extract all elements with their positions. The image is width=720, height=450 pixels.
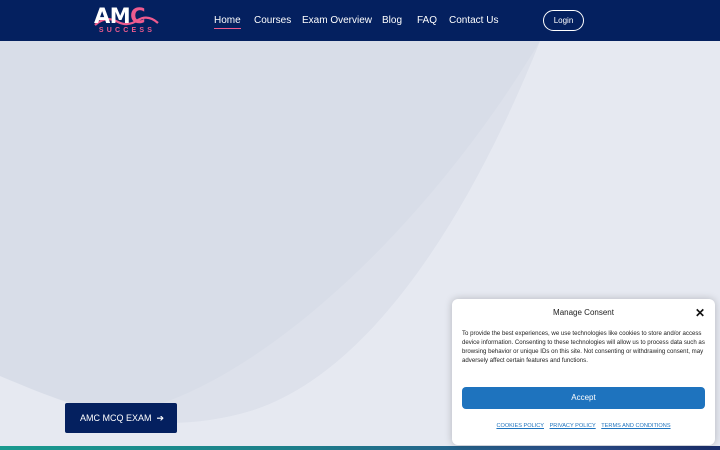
cookies-policy-link[interactable]: COOKIES POLICY <box>496 423 544 429</box>
logo-wordmark-white: AM <box>94 4 131 28</box>
consent-body-text: To provide the best experiences, we use … <box>462 330 705 365</box>
login-button[interactable]: Login <box>543 10 584 31</box>
site-logo[interactable]: AMC SUCCESS <box>92 5 162 37</box>
nav-courses[interactable]: Courses <box>254 14 291 28</box>
nav-exam-overview[interactable]: Exam Overview <box>302 14 372 28</box>
consent-links: COOKIES POLICY PRIVACY POLICY TERMS AND … <box>452 422 715 430</box>
nav-home[interactable]: Home <box>214 14 241 29</box>
privacy-policy-link[interactable]: PRIVACY POLICY <box>550 423 596 429</box>
consent-dialog: Manage Consent ✕ To provide the best exp… <box>452 299 715 445</box>
nav-faq[interactable]: FAQ <box>417 14 437 28</box>
cta-label: AMC MCQ EXAM <box>80 413 152 423</box>
logo-wordmark: AMC <box>94 4 146 28</box>
logo-wordmark-pink: C <box>130 4 146 28</box>
nav-contact-us[interactable]: Contact Us <box>449 14 498 28</box>
amc-mcq-exam-button[interactable]: AMC MCQ EXAM ➔ <box>65 403 177 433</box>
nav-blog[interactable]: Blog <box>382 14 402 28</box>
site-header: AMC SUCCESS Home Courses Exam Overview B… <box>0 0 720 41</box>
accept-button[interactable]: Accept <box>462 387 705 409</box>
close-icon[interactable]: ✕ <box>694 307 706 319</box>
logo-subtitle: SUCCESS <box>98 27 156 34</box>
terms-and-conditions-link[interactable]: TERMS AND CONDITIONS <box>601 423 670 429</box>
arrow-right-icon: ➔ <box>156 413 165 423</box>
consent-title: Manage Consent <box>553 308 614 317</box>
bottom-gradient-strip <box>0 446 720 450</box>
